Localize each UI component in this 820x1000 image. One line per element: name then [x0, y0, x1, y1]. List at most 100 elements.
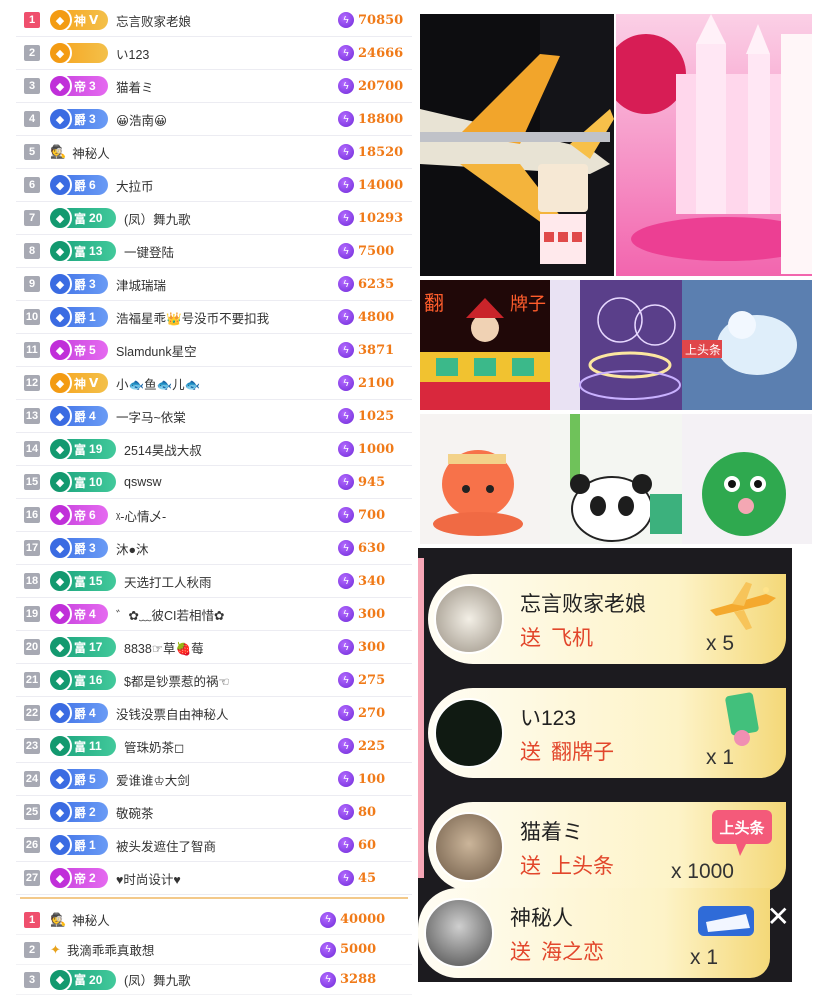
badge-gem-icon: ◆ [48, 767, 72, 791]
score-value: 1025 [358, 408, 395, 424]
leaderboard-row[interactable]: 3 ◆ 帝 3 猫着ミ ϟ 20700 [16, 70, 412, 103]
leaderboard-row[interactable]: 13 ◆ 爵 4 一字马~依棠 ϟ 1025 [16, 400, 412, 433]
leaderboard-row[interactable]: 10 ◆ 爵 1 浩福星乖👑号没币不要扣我 ϟ 4800 [16, 301, 412, 334]
leaderboard-row[interactable]: 7 ◆ 富 20 (凤）舞九歌 ϟ 10293 [16, 202, 412, 235]
leaderboard-row[interactable]: 21 ◆ 富 16 $都是钞票惹的祸☜ ϟ 275 [16, 664, 412, 697]
score-value: 270 [358, 705, 386, 721]
badge-level: 4 [89, 607, 96, 621]
leaderboard-row[interactable]: 6 ◆ 爵 6 大拉币 ϟ 14000 [16, 169, 412, 202]
yacht-icon [698, 906, 754, 936]
leaderboard-row[interactable]: 4 ◆ 爵 3 😀浩南😀 ϟ 18800 [16, 103, 412, 136]
badge-gem-icon: ◆ [48, 967, 72, 992]
gift-effects-grid: 翻 牌子 上头条 [420, 14, 812, 544]
score-value: 2100 [358, 375, 395, 391]
leaderboard: 1 ◆ 神 Ⅴ 忘言败家老娘 ϟ 70850 2 ◆ い123 ϟ 24666 3 ◆ 帝 3 猫着ミ ϟ 2070… [16, 4, 412, 995]
badge-level: Ⅴ [89, 13, 99, 27]
gift-quantity: x 1000 [670, 860, 734, 883]
leaderboard-row[interactable]: 12 ◆ 神 Ⅴ 小🐟鱼🐟儿🐟 ϟ 2100 [16, 367, 412, 400]
leaderboard-row[interactable]: 11 ◆ 帝 5 Slamdunk星空 ϟ 3871 [16, 334, 412, 367]
leaderboard-row[interactable]: 14 ◆ 富 19 2514昊战大叔 ϟ 1000 [16, 433, 412, 466]
rank-number: 8 [24, 243, 40, 259]
gift-card[interactable]: 忘言败家老娘 送飞机 x 5 [428, 574, 786, 664]
zodiac-effect-image[interactable] [550, 280, 682, 410]
level-badge: ◆ 富 20 [48, 967, 116, 992]
leaderboard-row[interactable]: 18 ◆ 富 15 天选打工人秋雨 ϟ 340 [16, 565, 412, 598]
leaderboard-row[interactable]: 16 ◆ 帝 6 ᵡ-心情乄-ϟ 700 [16, 499, 412, 532]
level-badge: ◆ 爵 6 [48, 173, 108, 197]
leaderboard-row[interactable]: 17 ◆ 爵 3 沐●沐 ϟ 630 [16, 532, 412, 565]
score-value: 24666 [358, 45, 404, 61]
gift-sender-name: 猫着ミ [520, 821, 583, 844]
badge-level: 20 [89, 211, 103, 225]
leaderboard-row[interactable]: 20 ◆ 富 17 8838☞草🍓莓 ϟ 300 [16, 631, 412, 664]
leaderboard-row[interactable]: 26 ◆ 爵 1 被头发遮住了智商 ϟ 60 [16, 829, 412, 862]
level-badge: ◆ [48, 41, 108, 65]
badge-title: 神 [74, 13, 87, 28]
gift-description: 送翻牌子 [520, 741, 614, 764]
gift-card[interactable]: い123 送翻牌子 x 1 [428, 688, 786, 778]
lightning-icon: ϟ [338, 210, 354, 226]
badge-title: 爵 [74, 277, 87, 292]
plane-icon [710, 582, 776, 630]
lightning-icon: ϟ [338, 705, 354, 721]
badge-gem-icon: ◆ [48, 371, 72, 395]
leaderboard-row[interactable]: 3 ◆ 富 20 (凤）舞九歌 ϟ 3288 [16, 965, 412, 995]
score: ϟ 225 [338, 730, 412, 762]
score: ϟ 18520 [338, 136, 412, 168]
badge-title: 富 [74, 973, 87, 987]
leaderboard-row[interactable]: 24 ◆ 爵 5 爱谁谁♔大剑 ϟ 100 [16, 763, 412, 796]
score-value: 1000 [358, 441, 395, 457]
leaderboard-row[interactable]: 15 ◆ 富 10 qswsw ϟ 945 [16, 466, 412, 499]
avatar[interactable] [434, 698, 504, 768]
leaderboard-row[interactable]: 19 ◆ 帝 4 ゛✿﹏彼CI若相惜✿ ϟ 300 [16, 598, 412, 631]
avatar[interactable] [434, 584, 504, 654]
rank-number: 14 [24, 441, 40, 457]
score: ϟ 4800 [338, 301, 412, 333]
leaderboard-row[interactable]: 25 ◆ 爵 2 敬碗茶 ϟ 80 [16, 796, 412, 829]
rank-number: 27 [24, 870, 40, 886]
avatar[interactable] [434, 812, 504, 882]
badge-level: 2 [89, 871, 96, 885]
section-divider [20, 897, 408, 899]
level-badge: ◆ 帝 6 [48, 503, 108, 527]
lightning-icon: ϟ [338, 276, 354, 292]
leaderboard-row[interactable]: 1 🕵 神秘人 ϟ 40000 [16, 905, 412, 935]
badge-title: 富 [74, 244, 87, 259]
rank-number: 4 [24, 111, 40, 127]
level-badge: ◆ 富 11 [48, 734, 116, 758]
tiger-effect-image[interactable]: 上头条 [682, 280, 812, 410]
gift-card[interactable]: 神秘人 送海之恋 x 1 [418, 888, 770, 978]
badge-gem-icon: ◆ [48, 635, 72, 659]
level-badge: ◆ 神 Ⅴ [48, 371, 108, 395]
leaderboard-row[interactable]: 23 ◆ 富 11 管珠奶茶◻ ϟ 225 [16, 730, 412, 763]
badge-title: 爵 [74, 178, 87, 193]
score-value: 700 [358, 507, 386, 523]
avatar[interactable] [424, 898, 494, 968]
leaderboard-row[interactable]: 2 ◆ い123 ϟ 24666 [16, 37, 412, 70]
level-badge: ◆ 富 17 [48, 635, 116, 659]
watermelon-effect-image[interactable] [682, 414, 812, 544]
badge-gem-icon: ◆ [48, 74, 72, 98]
octopus-effect-image[interactable] [420, 414, 550, 544]
leaderboard-row[interactable]: 1 ◆ 神 Ⅴ 忘言败家老娘 ϟ 70850 [16, 4, 412, 37]
score-value: 70850 [358, 12, 404, 28]
leaderboard-row[interactable]: 8 ◆ 富 13 一键登陆 ϟ 7500 [16, 235, 412, 268]
gift-sender-name: 忘言败家老娘 [520, 593, 646, 616]
badge-title: 爵 [74, 706, 87, 721]
leaderboard-row[interactable]: 2 ✦ 我滴乖乖真敢想 ϟ 5000 [16, 935, 412, 965]
fanpaizi-effect-image[interactable]: 翻 牌子 [420, 280, 550, 410]
leaderboard-row[interactable]: 27 ◆ 帝 2 ♥时尚设计♥ ϟ 45 [16, 862, 412, 895]
castle-effect-image[interactable] [616, 14, 812, 276]
rank-number: 19 [24, 606, 40, 622]
panda-effect-image[interactable] [550, 414, 682, 544]
lightning-icon: ϟ [338, 639, 354, 655]
badge-title: 富 [74, 640, 87, 655]
close-icon[interactable]: ✕ [767, 900, 790, 933]
leaderboard-row[interactable]: 9 ◆ 爵 3 津城瑞瑞 ϟ 6235 [16, 268, 412, 301]
gift-card[interactable]: 猫着ミ 送上头条 x 1000 上头条 [428, 802, 786, 892]
leaderboard-row[interactable]: 5 🕵 神秘人 ϟ 18520 [16, 136, 412, 169]
badge-gem-icon: ◆ [48, 305, 72, 329]
plane-effect-image[interactable] [420, 14, 614, 276]
leaderboard-row[interactable]: 22 ◆ 爵 4 没钱没票自由神秘人 ϟ 270 [16, 697, 412, 730]
lightning-icon: ϟ [338, 12, 354, 28]
